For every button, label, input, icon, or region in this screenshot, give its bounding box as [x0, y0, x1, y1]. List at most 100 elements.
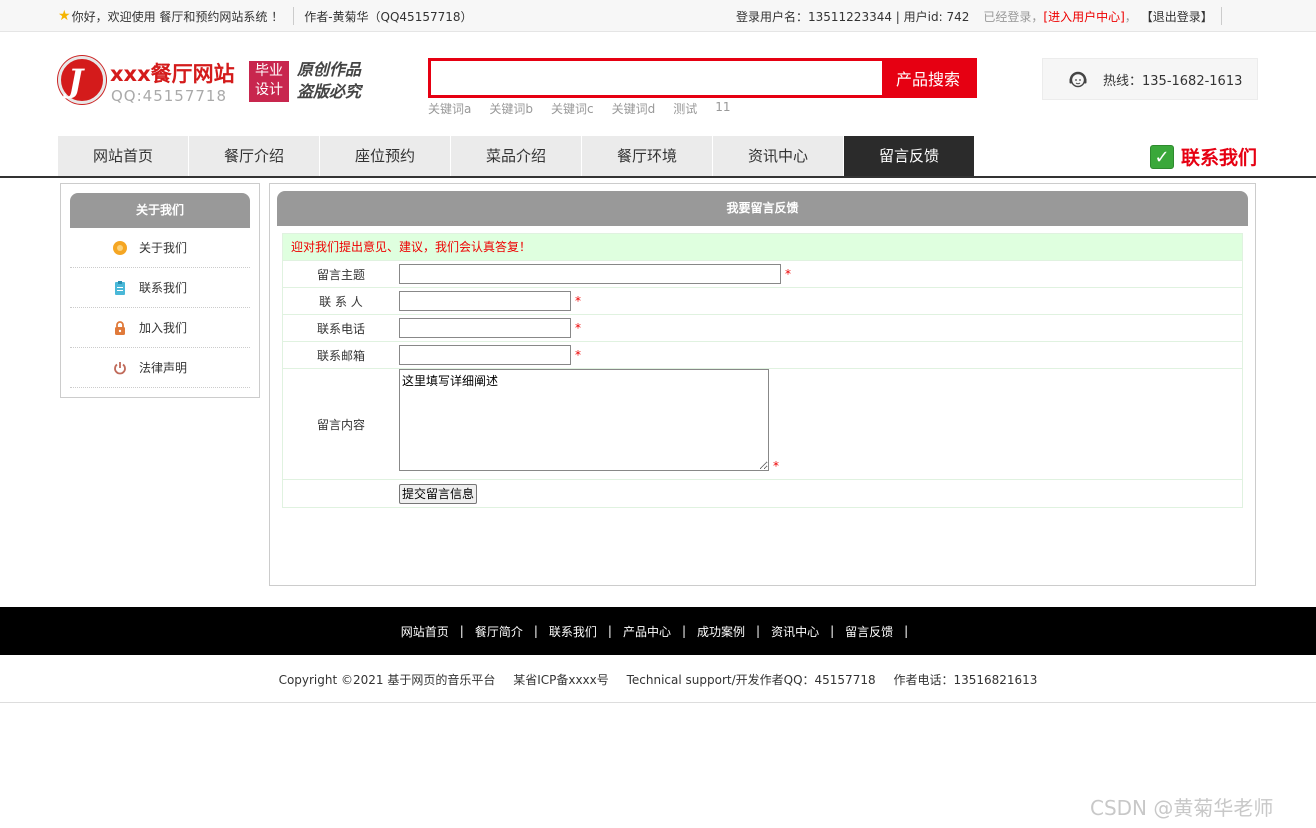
footer-separator: |: [904, 624, 909, 638]
author-text: 作者-黄菊华（QQ45157718）: [304, 9, 473, 24]
star-icon: ★: [58, 8, 71, 24]
comma-text: ，: [1124, 9, 1137, 24]
footer-divider: [0, 702, 1316, 703]
subject-input[interactable]: [399, 264, 781, 284]
welcome-text: 你好，欢迎使用 餐厅和预约网站系统 ！: [71, 9, 284, 24]
footer-link[interactable]: 餐厅简介: [475, 623, 523, 640]
submit-button[interactable]: 提交留言信息: [399, 483, 478, 504]
divider: [1220, 7, 1222, 25]
required-mark: *: [773, 459, 779, 473]
orange-circle-icon: [112, 240, 128, 256]
grad-line-1: 毕业: [255, 63, 283, 79]
feedback-panel: 我要留言反馈 迎对我们提出意见、建议，我们会认真答复！ 留言主题 * 联 系 人…: [269, 183, 1256, 586]
nav-item-environment[interactable]: 餐厅环境: [582, 136, 712, 176]
sidebar-item-label: 联系我们: [139, 281, 188, 295]
footer-link[interactable]: 网站首页: [401, 623, 449, 640]
form-notice: 迎对我们提出意见、建议，我们会认真答复！: [283, 234, 1242, 261]
sidebar-item-join[interactable]: 加入我们: [70, 308, 250, 348]
lock-icon: [112, 320, 128, 336]
content-label: 留言内容: [316, 417, 365, 432]
email-input[interactable]: [399, 345, 571, 365]
empty-label: [283, 480, 399, 507]
logged-in-text: 已经登录，: [983, 9, 1044, 24]
nav-item-home[interactable]: 网站首页: [58, 136, 188, 176]
sidebar-list: 关于我们 联系我们 加入我们 法律声明: [70, 228, 250, 388]
keyword-link[interactable]: 关键词a: [428, 100, 471, 117]
slogan-line-2: 盗版必究: [297, 82, 362, 101]
top-bar: ★ 你好，欢迎使用 餐厅和预约网站系统 ！ 作者-黄菊华（QQ45157718）…: [0, 0, 1316, 32]
nav-item-feedback[interactable]: 留言反馈: [844, 136, 974, 176]
nav-item-booking[interactable]: 座位预约: [320, 136, 450, 176]
icp-text: 某省ICP备xxxx号: [513, 673, 609, 687]
form-row-email: 联系邮箱 *: [283, 342, 1242, 369]
phone-label: 联系电话: [316, 321, 365, 336]
footer-nav: 网站首页 | 餐厅简介 | 联系我们 | 产品中心 | 成功案例 | 资讯中心 …: [0, 607, 1316, 655]
form-row-submit: 提交留言信息: [283, 480, 1242, 507]
sidebar-item-label: 加入我们: [139, 321, 188, 335]
nav-item-news[interactable]: 资讯中心: [713, 136, 843, 176]
nav-item-dishes[interactable]: 菜品介绍: [451, 136, 581, 176]
sidebar-item-label: 关于我们: [139, 241, 188, 255]
contact-us-label: 联系我们: [1181, 147, 1258, 169]
sidebar-item-about[interactable]: 关于我们: [70, 228, 250, 268]
email-label: 联系邮箱: [316, 348, 365, 363]
contact-input[interactable]: [399, 291, 571, 311]
sidebar: 关于我们 关于我们 联系我们 加入我们 法律声明: [60, 183, 260, 398]
watermark: CSDN @黄菊华老师: [1090, 796, 1274, 820]
hotline-box: 热线：135-1682-1613: [1042, 58, 1258, 100]
keyword-link[interactable]: 关键词d: [612, 100, 656, 117]
footer-separator: |: [459, 624, 464, 638]
topbar-left: ★ 你好，欢迎使用 餐厅和预约网站系统 ！ 作者-黄菊华（QQ45157718）: [58, 7, 473, 25]
copyright-text: Copyright ©2021 基于网页的音乐平台: [278, 673, 496, 687]
search-button[interactable]: 产品搜索: [882, 61, 974, 95]
sidebar-item-contact[interactable]: 联系我们: [70, 268, 250, 308]
checkmark-icon: ✓: [1150, 144, 1174, 169]
footer-link[interactable]: 产品中心: [623, 623, 671, 640]
sidebar-title: 关于我们: [70, 193, 250, 228]
search-bar: 产品搜索: [428, 58, 977, 98]
nav-item-about[interactable]: 餐厅介绍: [189, 136, 319, 176]
keyword-link[interactable]: 11: [715, 100, 730, 117]
footer-link[interactable]: 留言反馈: [845, 623, 893, 640]
sidebar-item-legal[interactable]: 法律声明: [70, 348, 250, 388]
keyword-link[interactable]: 测试: [673, 100, 697, 117]
subject-label: 留言主题: [316, 267, 365, 282]
required-mark: *: [785, 267, 791, 281]
footer-link[interactable]: 成功案例: [697, 623, 745, 640]
content-textarea[interactable]: 这里填写详细阐述: [399, 369, 769, 471]
required-mark: *: [575, 348, 581, 362]
footer-separator: |: [830, 624, 835, 638]
footer-separator: |: [681, 624, 687, 638]
slogan: 原创作品 盗版必究: [297, 59, 361, 103]
topbar-right: 登录用户名：13511223344 | 用户id: 742 已经登录， [进入用…: [736, 7, 1222, 25]
login-info: 登录用户名：13511223344 | 用户id: 742: [736, 9, 970, 24]
search-input[interactable]: [431, 61, 882, 95]
hot-keywords: 关键词a 关键词b 关键词c 关键词d 测试 11: [428, 100, 749, 117]
headset-icon: [1069, 71, 1087, 88]
form-row-phone: 联系电话 *: [283, 315, 1242, 342]
contact-label: 联 系 人: [319, 294, 363, 309]
footer-copyright: Copyright ©2021 基于网页的音乐平台 某省ICP备xxxx号 Te…: [0, 671, 1316, 688]
form-row-content: 留言内容 这里填写详细阐述 *: [283, 369, 1242, 480]
user-center-link[interactable]: [进入用户中心]: [1043, 8, 1124, 25]
panel-title: 我要留言反馈: [277, 191, 1248, 226]
contact-us-link[interactable]: ✓ 联系我们: [1150, 143, 1257, 170]
feedback-form: 迎对我们提出意见、建议，我们会认真答复！ 留言主题 * 联 系 人 * 联系电话…: [282, 233, 1243, 508]
required-mark: *: [575, 321, 581, 335]
phone-input[interactable]: [399, 318, 571, 338]
graduation-badge: 毕业 设计: [249, 61, 289, 102]
sidebar-item-label: 法律声明: [139, 361, 188, 375]
divider: [293, 7, 295, 25]
footer-link[interactable]: 资讯中心: [771, 623, 819, 640]
form-row-subject: 留言主题 *: [283, 261, 1242, 288]
footer-separator: |: [533, 624, 538, 638]
nav-divider: [0, 176, 1316, 178]
footer-link[interactable]: 联系我们: [549, 623, 597, 640]
form-row-contact: 联 系 人 *: [283, 288, 1242, 315]
keyword-link[interactable]: 关键词c: [551, 100, 594, 117]
logo-icon[interactable]: J: [58, 56, 106, 104]
keyword-link[interactable]: 关键词b: [489, 100, 533, 117]
required-mark: *: [575, 294, 581, 308]
site-title[interactable]: xxx餐厅网站: [110, 58, 235, 88]
logout-link[interactable]: 【退出登录】: [1141, 8, 1213, 25]
